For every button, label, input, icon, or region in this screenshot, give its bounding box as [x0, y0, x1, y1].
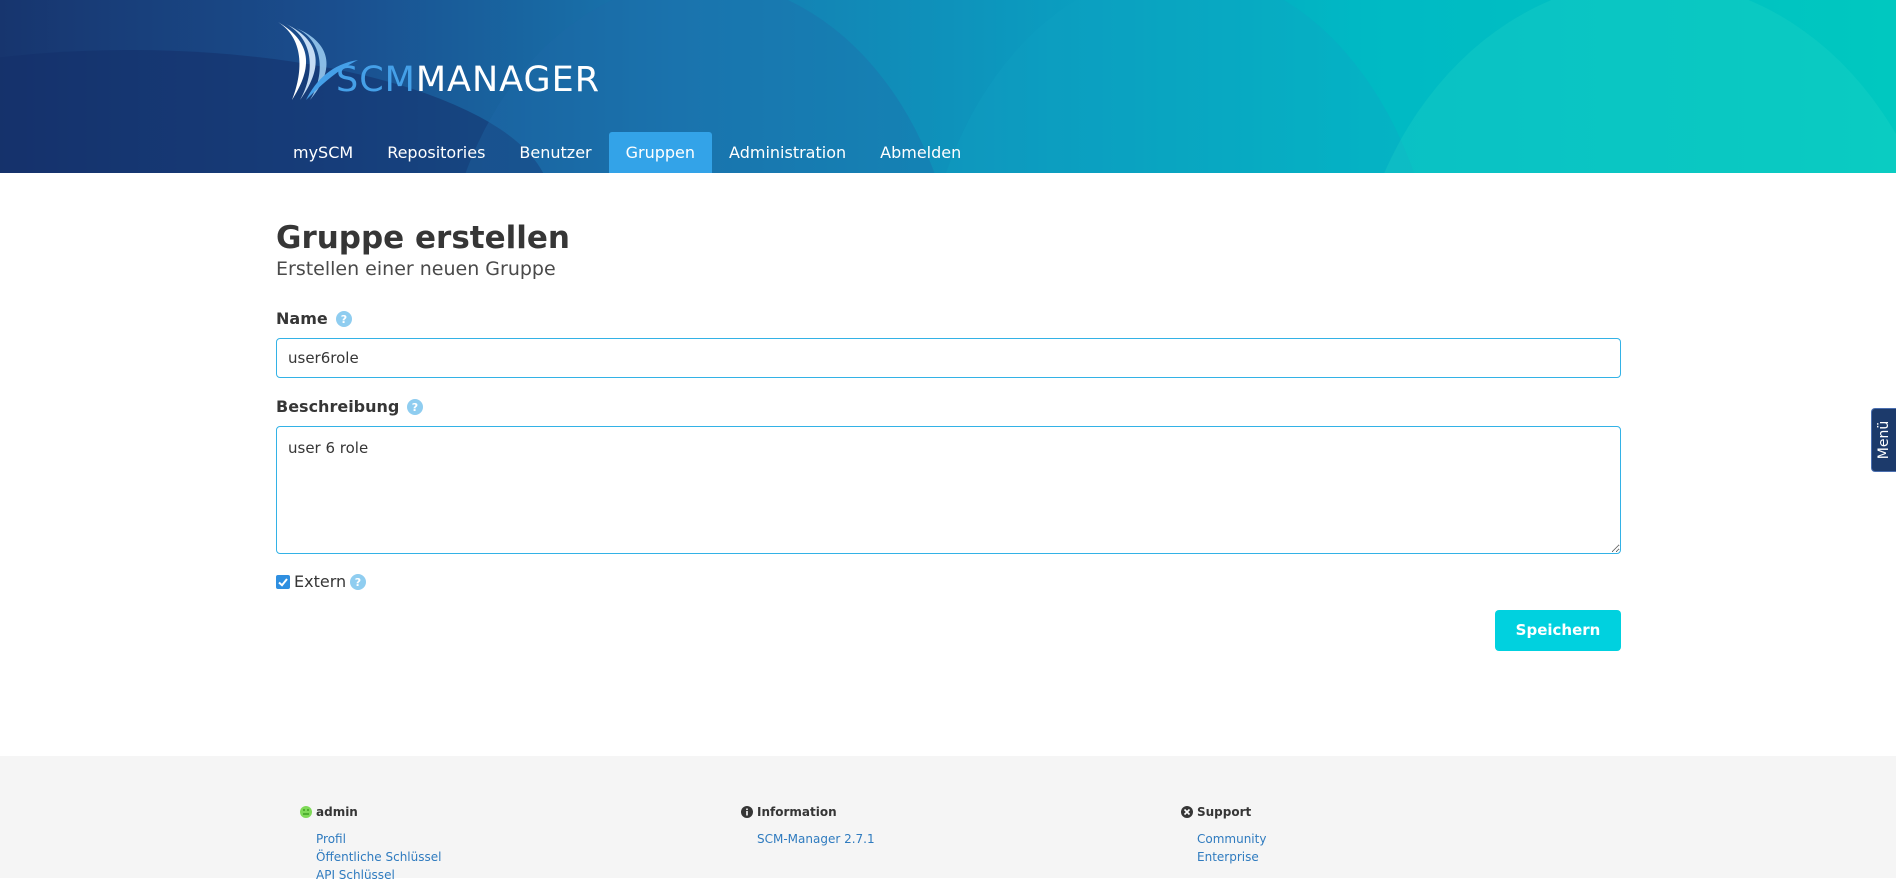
- help-icon[interactable]: ?: [407, 398, 424, 415]
- footer-information-label: Information: [757, 805, 837, 819]
- side-menu-label: Menü: [1876, 420, 1892, 460]
- save-button[interactable]: Speichern: [1495, 610, 1621, 651]
- footer-support-links: Community Enterprise: [1181, 830, 1266, 866]
- nav-item-administration[interactable]: Administration: [712, 132, 863, 173]
- description-label: Beschreibung ?: [276, 397, 424, 416]
- footer-user-section: admin Profil Öffentliche Schlüssel API S…: [300, 804, 441, 884]
- nav-item-benutzer[interactable]: Benutzer: [502, 132, 608, 173]
- main-nav: mySCM Repositories Benutzer Gruppen Admi…: [276, 132, 978, 173]
- svg-text:?: ?: [355, 576, 361, 589]
- help-icon[interactable]: ?: [335, 310, 352, 327]
- info-icon: [741, 806, 753, 818]
- description-textarea[interactable]: user 6 role: [276, 426, 1621, 554]
- logo-text-prefix: SCM: [336, 60, 416, 100]
- name-label-text: Name: [276, 309, 328, 328]
- page-title: Gruppe erstellen: [276, 220, 570, 256]
- footer-user-title: admin: [300, 804, 441, 820]
- nav-item-gruppen[interactable]: Gruppen: [608, 132, 713, 173]
- description-label-text: Beschreibung: [276, 397, 400, 416]
- user-avatar-icon: [300, 806, 312, 818]
- help-icon[interactable]: ?: [350, 573, 367, 590]
- extern-label[interactable]: Extern: [294, 572, 346, 591]
- page-subtitle: Erstellen einer neuen Gruppe: [276, 258, 556, 280]
- footer-link-api-keys[interactable]: API Schlüssel: [316, 866, 441, 884]
- footer-information-section: Information SCM-Manager 2.7.1: [741, 804, 875, 848]
- footer-user-links: Profil Öffentliche Schlüssel API Schlüss…: [300, 830, 441, 884]
- footer-link-version[interactable]: SCM-Manager 2.7.1: [757, 830, 875, 848]
- extern-checkbox[interactable]: [276, 574, 290, 589]
- footer-user-name: admin: [316, 805, 358, 819]
- extern-checkbox-row: Extern ?: [276, 572, 367, 591]
- footer-support-title: Support: [1181, 804, 1266, 820]
- header: SCMMANAGER mySCM Repositories Benutzer G…: [0, 0, 1896, 173]
- footer-support-label: Support: [1197, 805, 1252, 819]
- nav-item-myscm[interactable]: mySCM: [276, 132, 370, 173]
- svg-text:?: ?: [341, 313, 347, 326]
- footer: admin Profil Öffentliche Schlüssel API S…: [0, 756, 1896, 882]
- support-icon: [1181, 806, 1193, 818]
- nav-item-repositories[interactable]: Repositories: [370, 132, 502, 173]
- nav-item-abmelden[interactable]: Abmelden: [863, 132, 978, 173]
- footer-link-public-keys[interactable]: Öffentliche Schlüssel: [316, 848, 441, 866]
- footer-information-links: SCM-Manager 2.7.1: [741, 830, 875, 848]
- checkmark-icon: [278, 577, 288, 587]
- logo-text-suffix: MANAGER: [415, 60, 601, 100]
- footer-support-section: Support Community Enterprise: [1181, 804, 1266, 866]
- footer-link-profil[interactable]: Profil: [316, 830, 441, 848]
- side-menu-toggle[interactable]: Menü: [1871, 408, 1896, 472]
- logo-text[interactable]: SCMMANAGER: [336, 60, 600, 100]
- svg-text:?: ?: [412, 401, 418, 414]
- footer-information-title: Information: [741, 804, 875, 820]
- name-input[interactable]: [276, 338, 1621, 378]
- footer-link-enterprise[interactable]: Enterprise: [1197, 848, 1266, 866]
- name-label: Name ?: [276, 309, 352, 328]
- footer-link-community[interactable]: Community: [1197, 830, 1266, 848]
